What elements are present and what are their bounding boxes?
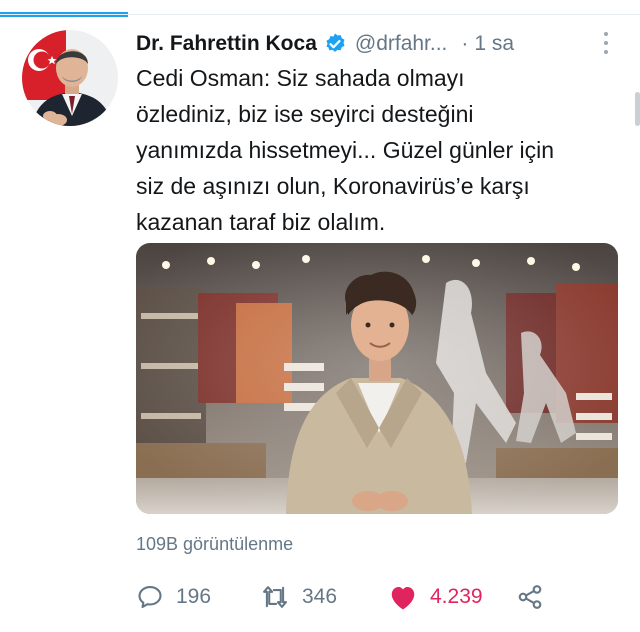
retweet-icon bbox=[260, 583, 290, 611]
scrollbar-thumb[interactable] bbox=[635, 92, 640, 126]
tweet-header: Dr. Fahrettin Koca @drfahr... · 1 sa bbox=[136, 28, 616, 60]
author-name[interactable]: Dr. Fahrettin Koca bbox=[136, 32, 317, 56]
header-separator: · bbox=[461, 32, 469, 55]
like-button[interactable]: 4.239 bbox=[388, 580, 483, 614]
retweet-button[interactable]: 346 bbox=[260, 580, 337, 614]
reply-count: 196 bbox=[176, 585, 212, 608]
more-vertical-icon[interactable] bbox=[596, 30, 616, 56]
tweet-actions: 196 346 4.239 bbox=[136, 580, 616, 614]
top-divider bbox=[0, 14, 640, 15]
tweet-text: Cedi Osman: Siz sahada olmayı özlediniz,… bbox=[136, 60, 616, 240]
view-count: 109B görüntülenme bbox=[136, 534, 294, 554]
share-icon bbox=[516, 583, 544, 611]
tweet-video[interactable] bbox=[136, 243, 618, 514]
tweet-text-line: Cedi Osman: Siz sahada olmayı bbox=[136, 65, 465, 91]
like-count: 4.239 bbox=[430, 585, 483, 608]
tweet-text-line: yanımızda hissetmeyi... Güzel günler içi… bbox=[136, 137, 555, 163]
author-handle[interactable]: @drfahr... bbox=[355, 32, 448, 56]
reply-icon bbox=[136, 583, 164, 611]
tweet-text-line: özlediniz, biz ise seyirci desteğini bbox=[136, 101, 474, 127]
heart-icon bbox=[388, 583, 418, 611]
avatar[interactable] bbox=[22, 30, 118, 126]
tweet-timestamp[interactable]: 1 sa bbox=[474, 32, 514, 56]
share-button[interactable] bbox=[516, 580, 544, 614]
verified-badge-icon bbox=[323, 32, 347, 56]
tweet-text-line: kazanan taraf biz olalım. bbox=[136, 209, 386, 235]
retweet-count: 346 bbox=[302, 585, 338, 608]
tweet-text-line: siz de aşınızı olun, Koronavirüs’e karşı bbox=[136, 173, 530, 199]
reply-button[interactable]: 196 bbox=[136, 580, 211, 614]
